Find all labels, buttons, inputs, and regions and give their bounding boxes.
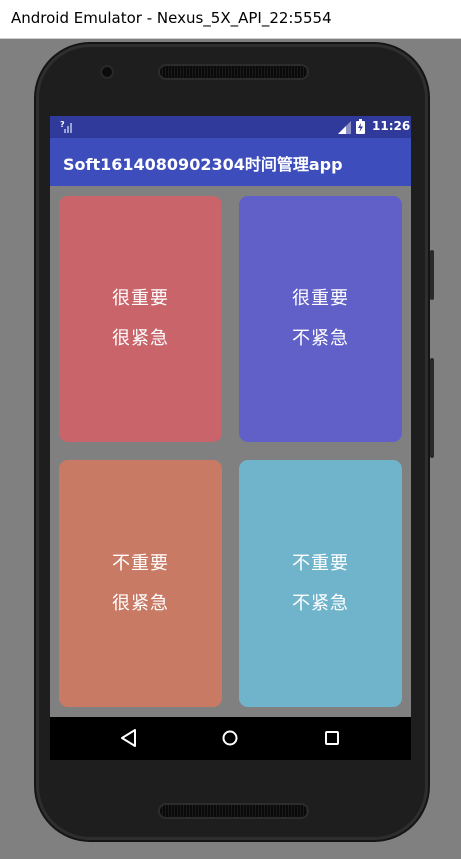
quadrant-label-urgency: 很紧急	[112, 592, 169, 614]
status-bar: ? 11:26	[50, 116, 411, 138]
volume-button[interactable]	[430, 250, 434, 300]
quadrant-label-importance: 很重要	[112, 288, 169, 309]
top-speaker	[160, 66, 307, 78]
front-camera	[100, 65, 114, 79]
status-clock: 11:26	[372, 119, 411, 133]
device-screen: ? 11:26 Soft1614080902304时间管理app 很重要 很紧急…	[50, 116, 411, 760]
quadrant-label-urgency: 不紧急	[292, 592, 349, 614]
quadrant-important-not-urgent[interactable]: 很重要 不紧急	[239, 196, 402, 442]
back-icon[interactable]	[121, 729, 137, 747]
sim-no-signal-icon: ?	[60, 120, 72, 133]
navigation-bar	[50, 717, 411, 760]
quadrant-label-urgency: 很紧急	[112, 328, 169, 349]
bottom-speaker	[160, 805, 307, 817]
power-button[interactable]	[430, 358, 434, 458]
quadrant-label-importance: 不重要	[112, 552, 169, 574]
app-toolbar: Soft1614080902304时间管理app	[50, 138, 411, 186]
quadrant-important-urgent[interactable]: 很重要 很紧急	[59, 196, 222, 442]
recents-icon[interactable]	[325, 731, 339, 745]
battery-charging-icon	[356, 119, 365, 134]
quadrant-not-important-urgent[interactable]: 不重要 很紧急	[59, 460, 222, 707]
svg-text:?: ?	[60, 120, 65, 129]
emulator-window: Android Emulator - Nexus_5X_API_22:5554 …	[0, 0, 461, 859]
quadrant-label-urgency: 不紧急	[292, 328, 349, 349]
quadrant-label-importance: 很重要	[292, 288, 349, 309]
window-title: Android Emulator - Nexus_5X_API_22:5554	[11, 9, 332, 27]
window-titlebar[interactable]: Android Emulator - Nexus_5X_API_22:5554	[0, 0, 461, 39]
quadrant-label-importance: 不重要	[292, 552, 349, 574]
app-title: Soft1614080902304时间管理app	[63, 155, 343, 174]
quadrant-grid: 很重要 很紧急 很重要 不紧急 不重要 很紧急 不重要 不紧急	[50, 186, 411, 717]
cell-signal-icon	[338, 121, 351, 134]
home-icon[interactable]	[222, 730, 238, 746]
quadrant-not-important-not-urgent[interactable]: 不重要 不紧急	[239, 460, 402, 707]
